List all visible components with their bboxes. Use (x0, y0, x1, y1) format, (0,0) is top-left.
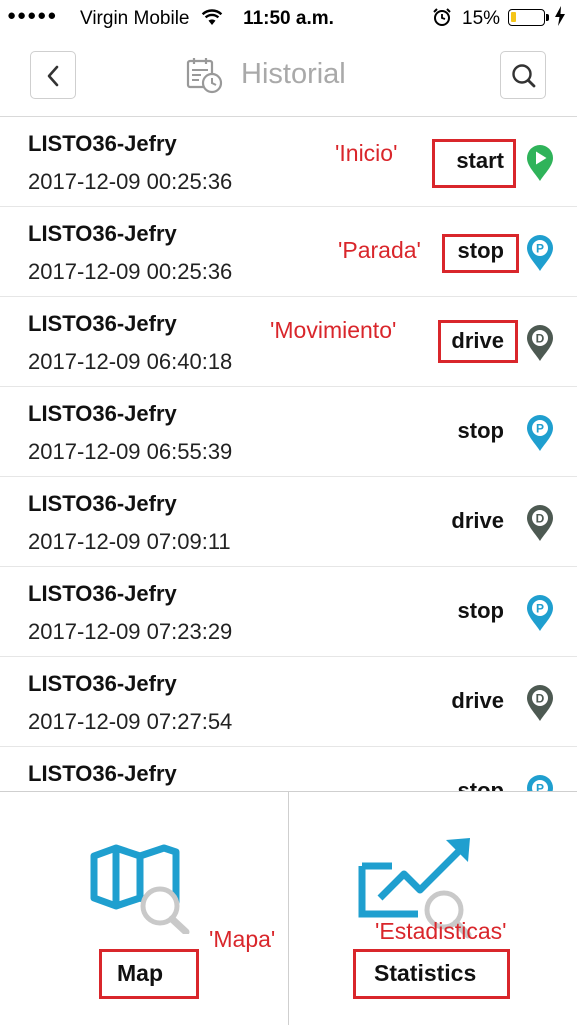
stop-pin-icon: P (527, 235, 553, 271)
map-tab-label: Map (117, 960, 163, 986)
history-row[interactable]: LISTO36-Jefry stop P (0, 747, 577, 791)
stop-pin-icon: P (527, 415, 553, 451)
statistics-tab[interactable]: Statistics 'Estadisticas' (289, 792, 577, 1025)
event-type: drive (451, 688, 504, 713)
alarm-icon (432, 7, 452, 33)
history-row[interactable]: LISTO36-Jefry 2017-12-09 07:09:11 drive … (0, 477, 577, 567)
stop-annotation: 'Parada' (338, 237, 421, 263)
battery-icon (508, 9, 545, 26)
drive-pin-icon: D (527, 505, 553, 541)
history-row[interactable]: LISTO36-Jefry 2017-12-09 07:23:29 stop P (0, 567, 577, 657)
timestamp: 2017-12-09 07:09:11 (28, 529, 231, 554)
map-search-icon (90, 844, 190, 934)
stop-pin-icon: P (527, 775, 553, 792)
event-type: drive (451, 508, 504, 533)
bottom-tab-bar: Map 'Mapa' Statistics 'Estadisticas' (0, 791, 577, 1025)
timestamp: 2017-12-09 07:27:54 (28, 709, 233, 734)
start-annotation: 'Inicio' (335, 140, 398, 166)
stop-pin-icon: P (527, 595, 553, 631)
event-type: stop (457, 418, 504, 443)
event-type: stop (457, 778, 504, 791)
timestamp: 2017-12-09 00:25:36 (28, 169, 233, 194)
drive-annotation: 'Movimiento' (270, 317, 397, 343)
vehicle-name: LISTO36-Jefry (28, 311, 177, 336)
header-bar: Historial (0, 38, 577, 117)
drive-pin-letter: D (536, 692, 545, 706)
back-button[interactable] (30, 51, 76, 99)
battery-tip (546, 14, 549, 21)
vehicle-name: LISTO36-Jefry (28, 761, 177, 786)
page-title: Historial (241, 58, 346, 90)
history-row[interactable]: LISTO36-Jefry 2017-12-09 07:27:54 drive … (0, 657, 577, 747)
timestamp: 2017-12-09 00:25:36 (28, 259, 233, 284)
stop-pin-letter: P (536, 602, 544, 616)
map-tab[interactable]: Map 'Mapa' (0, 792, 289, 1025)
drive-highlight-box (438, 320, 518, 363)
stop-pin-letter: P (536, 242, 544, 256)
map-annotation: 'Mapa' (209, 926, 276, 952)
vehicle-name: LISTO36-Jefry (28, 131, 177, 156)
history-calendar-icon (186, 58, 223, 94)
search-icon (512, 64, 536, 88)
statistics-tab-label: Statistics (374, 960, 477, 986)
stop-highlight-box (442, 234, 519, 273)
history-row[interactable]: LISTO36-Jefry 2017-12-09 06:55:39 stop P (0, 387, 577, 477)
drive-pin-letter: D (536, 512, 545, 526)
status-bar: ●●●●● Virgin Mobile 11:50 a.m. 15% (0, 0, 577, 38)
vehicle-name: LISTO36-Jefry (28, 491, 177, 516)
event-type: stop (457, 598, 504, 623)
stop-pin-letter: P (536, 422, 544, 436)
drive-pin-letter: D (536, 332, 545, 346)
search-button[interactable] (500, 51, 546, 99)
timestamp: 2017-12-09 06:55:39 (28, 439, 233, 464)
vehicle-name: LISTO36-Jefry (28, 221, 177, 246)
drive-pin-icon: D (527, 325, 553, 361)
charging-bolt-icon (554, 6, 566, 31)
vehicle-name: LISTO36-Jefry (28, 581, 177, 606)
stop-pin-letter: P (536, 782, 544, 792)
drive-pin-icon: D (527, 685, 553, 721)
vehicle-name: LISTO36-Jefry (28, 401, 177, 426)
statistics-annotation: 'Estadisticas' (375, 918, 507, 944)
start-pin-icon (527, 145, 553, 181)
history-list[interactable]: LISTO36-Jefry 2017-12-09 00:25:36 start … (0, 117, 577, 791)
battery-fill (511, 12, 516, 22)
start-highlight-box (432, 139, 516, 188)
timestamp: 2017-12-09 07:23:29 (28, 619, 233, 644)
chevron-left-icon (47, 65, 59, 87)
battery-percentage: 15% (462, 8, 501, 29)
timestamp: 2017-12-09 06:40:18 (28, 349, 233, 374)
vehicle-name: LISTO36-Jefry (28, 671, 177, 696)
